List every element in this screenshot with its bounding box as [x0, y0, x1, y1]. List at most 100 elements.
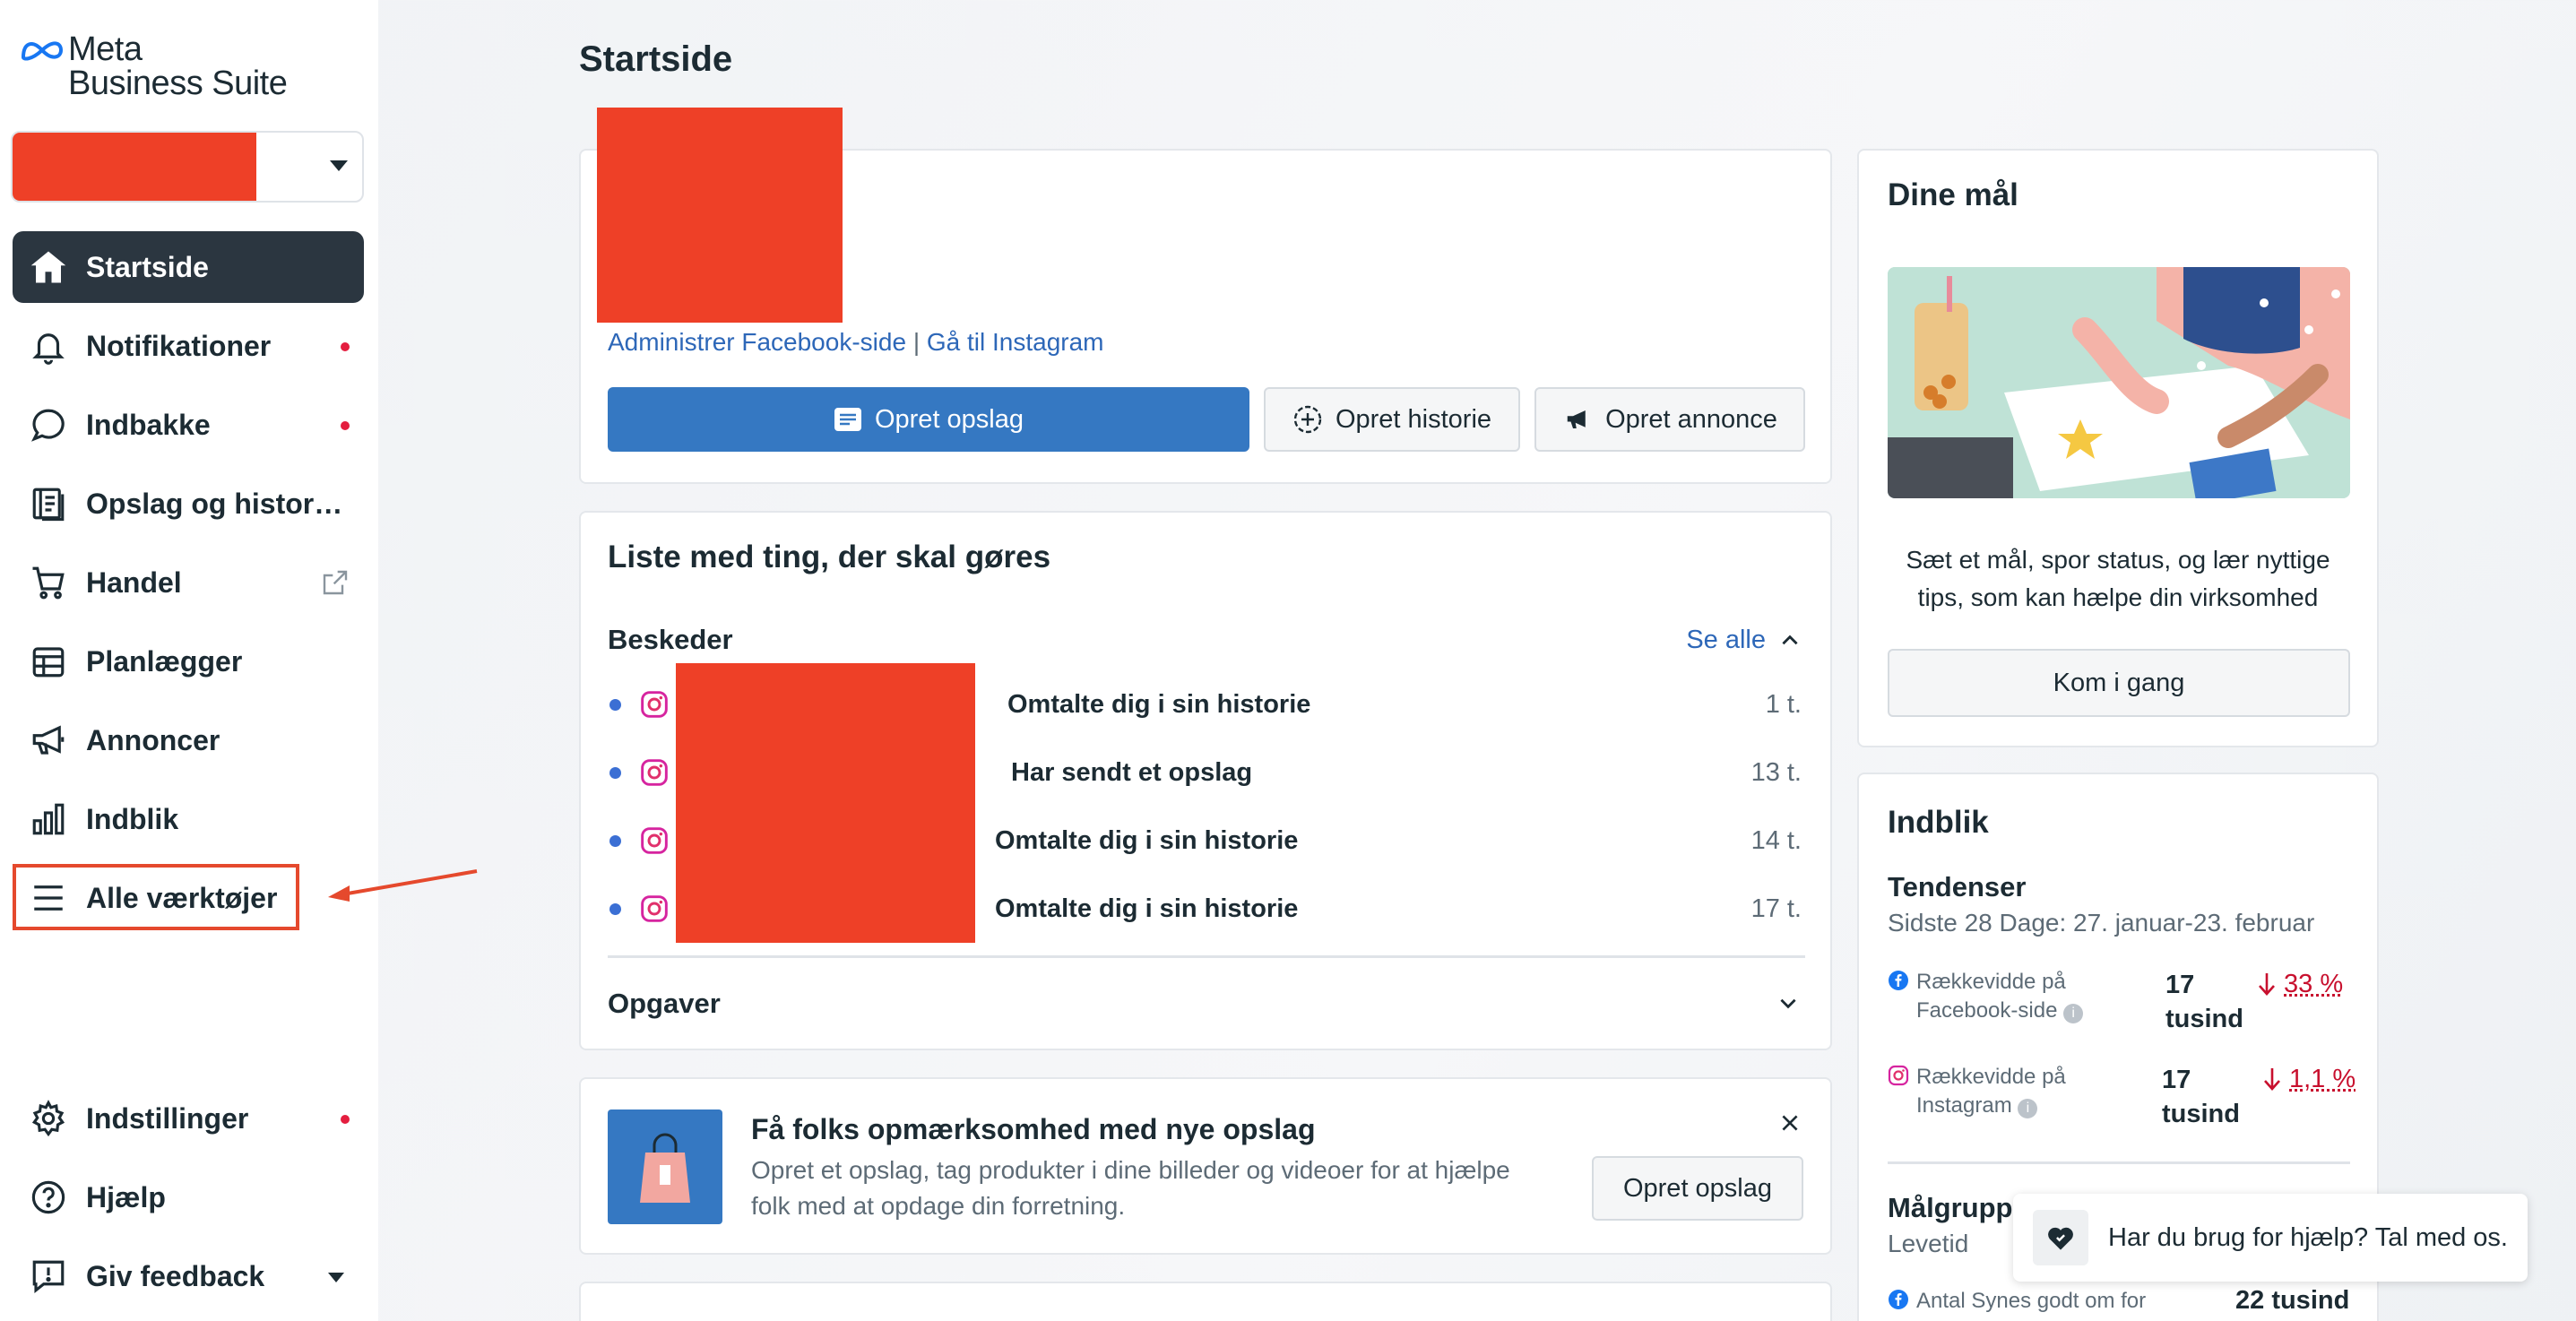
sidebar-item-label: Startside: [86, 250, 209, 283]
todo-title: Liste med ting, der skal gøres: [608, 540, 1051, 574]
instagram-icon: [641, 895, 668, 922]
account-selector[interactable]: [11, 131, 364, 203]
annotation-highlight-box: [13, 864, 299, 930]
calendar-icon: [29, 642, 68, 681]
sidebar-item-annoncer[interactable]: Annoncer: [13, 704, 364, 776]
message-text: Omtalte dig i sin historie: [1007, 690, 1311, 719]
create-story-button[interactable]: Opret historie: [1264, 387, 1520, 452]
unread-dot: [609, 699, 621, 711]
sidebar-item-label: Planlægger: [86, 644, 243, 678]
sidebar-item-handel[interactable]: Handel: [13, 547, 364, 618]
notification-dot: [341, 421, 350, 430]
arrow-down-icon: [2264, 1068, 2280, 1091]
kpi-value-unit: tusind: [2165, 1005, 2243, 1033]
create-ad-label: Opret annonce: [1605, 404, 1777, 434]
facebook-icon: [1889, 1290, 1908, 1309]
cart-icon: [29, 563, 68, 602]
caret-down-icon: [328, 1273, 344, 1282]
help-chat-button[interactable]: Har du brug for hjælp? Tal med os.: [2013, 1194, 2528, 1282]
create-ad-button[interactable]: Opret annonce: [1534, 387, 1805, 452]
brand-line-2: Business Suite: [68, 65, 288, 102]
message-senders-redacted: [676, 663, 975, 943]
promo-create-post-button[interactable]: Opret opslag: [1592, 1156, 1803, 1221]
todo-card: Liste med ting, der skal gøres Beskeder …: [579, 511, 1832, 1050]
next-card-peek: [579, 1282, 1832, 1321]
megaphone-icon: [1567, 410, 1586, 428]
arrow-down-icon: [2259, 973, 2275, 996]
sidebar-item-hjaelp[interactable]: Hjælp: [13, 1161, 364, 1233]
sidebar-item-planlaegger[interactable]: Planlægger: [13, 626, 364, 697]
sidebar-item-label: Indbakke: [86, 408, 211, 441]
get-started-button[interactable]: Kom i gang: [1888, 649, 2350, 717]
sidebar-item-label: Indblik: [86, 802, 179, 835]
sidebar-item-notifikationer[interactable]: Notifikationer: [13, 310, 364, 382]
get-started-label: Kom i gang: [2053, 668, 2185, 697]
promo-line-1: Opret et opslag, tag produkter i dine bi…: [751, 1156, 1510, 1184]
goals-card: Dine mål Sæt et mål, spor status, og lær…: [1857, 149, 2379, 747]
kpi-label: Rækkevidde på Instagram i: [1916, 1063, 2066, 1120]
page-title: Startside: [579, 39, 733, 79]
tasks-heading: Opgaver: [608, 988, 721, 1019]
unread-dot: [609, 835, 621, 847]
goals-title: Dine mål: [1888, 177, 2018, 212]
link-separator: |: [912, 328, 921, 356]
sidebar-item-indblik[interactable]: Indblik: [13, 783, 364, 855]
insights-title: Indblik: [1888, 805, 1989, 840]
message-text: Har sendt et opslag: [1011, 758, 1253, 787]
kpi-value-unit: tusind: [2162, 1100, 2240, 1128]
sidebar-item-indstillinger[interactable]: Indstillinger: [13, 1083, 364, 1154]
promo-card: Få folks opmærksomhed med nye opslag Opr…: [579, 1077, 1832, 1255]
see-all-messages-link[interactable]: Se alle: [1686, 626, 1802, 655]
feedback-icon: [29, 1256, 68, 1296]
message-text: Omtalte dig i sin historie: [995, 894, 1299, 923]
messages-heading: Beskeder: [608, 624, 733, 655]
kpi-label-line-1: Rækkevidde på: [1916, 1065, 2066, 1089]
account-name-redacted: [13, 133, 256, 201]
promo-button-label: Opret opslag: [1622, 1173, 1773, 1203]
sidebar-item-giv-feedback[interactable]: Giv feedback: [13, 1240, 364, 1312]
bar-chart-icon: [29, 799, 68, 839]
sidebar-item-label: Indstillinger: [86, 1101, 249, 1135]
story-plus-icon: [1293, 405, 1322, 434]
close-icon[interactable]: [1778, 1111, 1802, 1135]
annotation-arrow-icon: [328, 869, 478, 902]
sidebar-item-indbakke[interactable]: Indbakke: [13, 389, 364, 461]
message-time: 1 t.: [1765, 690, 1802, 719]
meta-logo-icon: [21, 41, 64, 61]
sidebar-item-label: Hjælp: [86, 1180, 166, 1213]
kpi-delta[interactable]: 1,1 %: [2289, 1065, 2356, 1094]
sidebar-item-label: Notifikationer: [86, 329, 272, 362]
chat-bubble-icon: [29, 405, 68, 445]
kpi-label-line-2: Facebook-side i: [1916, 997, 2084, 1025]
shopping-bag-illustration: [608, 1109, 722, 1224]
goals-line-2: tips, som kan hælpe din virksomhed: [1917, 583, 2319, 611]
posts-icon: [29, 484, 68, 523]
notification-dot: [341, 342, 350, 351]
info-icon[interactable]: i: [2018, 1099, 2038, 1118]
promo-description: Opret et opslag, tag produkter i dine bi…: [751, 1153, 1510, 1224]
message-time: 17 t.: [1750, 894, 1802, 923]
chevron-down-icon[interactable]: [1776, 991, 1800, 1014]
manage-facebook-page-link[interactable]: Administrer Facebook-side: [608, 328, 906, 356]
audience-row-label: Antal Synes godt om for: [1916, 1289, 2147, 1313]
trends-heading: Tendenser: [1888, 871, 2027, 902]
meta-business-suite-logo[interactable]: Meta Business Suite: [20, 30, 288, 102]
sidebar-item-startside[interactable]: Startside: [13, 231, 364, 303]
kpi-label-line-1: Rækkevidde på: [1916, 970, 2066, 994]
message-time: 14 t.: [1750, 826, 1802, 855]
goals-description: Sæt et mål, spor status, og lær nyttige …: [1859, 541, 2377, 617]
info-icon[interactable]: i: [2063, 1004, 2084, 1023]
megaphone-icon: [29, 721, 68, 760]
sidebar-item-opslag-og-historier[interactable]: Opslag og historier: [13, 468, 364, 540]
create-story-label: Opret historie: [1335, 404, 1492, 434]
kpi-delta[interactable]: 33 %: [2284, 970, 2343, 999]
instagram-icon: [641, 827, 668, 854]
goto-instagram-link[interactable]: Gå til Instagram: [927, 328, 1104, 356]
create-post-button[interactable]: Opret opslag: [608, 387, 1249, 452]
notification-dot: [341, 1115, 350, 1124]
profile-picture-redacted[interactable]: [597, 108, 843, 323]
brand-line-1: Meta: [68, 30, 143, 68]
sidebar-item-label: Giv feedback: [86, 1259, 265, 1292]
instagram-icon: [641, 759, 668, 786]
goal-planning-illustration: [1888, 267, 2350, 498]
